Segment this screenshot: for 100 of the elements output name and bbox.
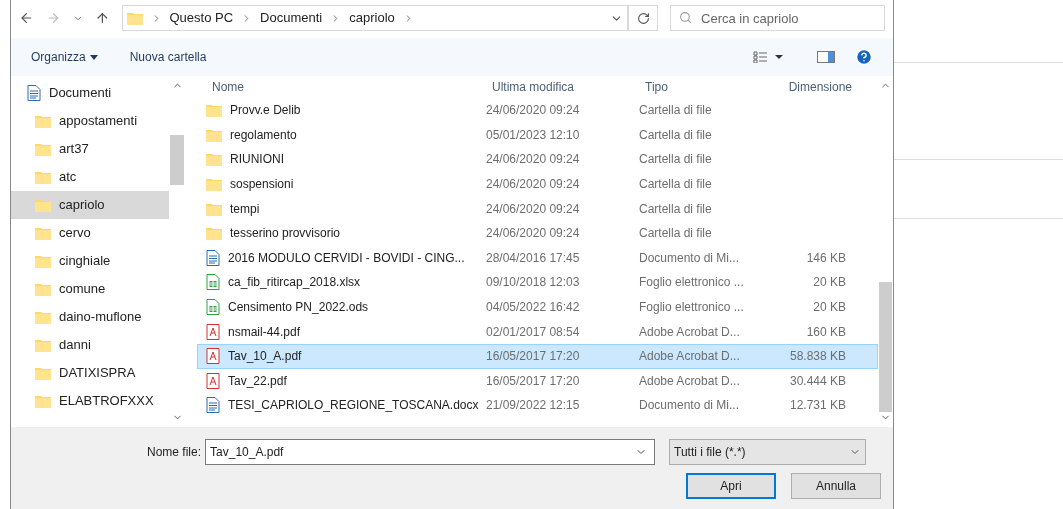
- folder-icon: [206, 152, 222, 167]
- sidebar-item[interactable]: cinghiale: [11, 247, 169, 275]
- file-row[interactable]: regolamento 05/01/2023 12:10 Cartella di file: [197, 122, 878, 148]
- sidebar-item[interactable]: ELABTROFXXX: [11, 387, 169, 415]
- filename-label: Nome file:: [147, 444, 202, 461]
- folder-icon: [35, 394, 51, 408]
- scrollbar-thumb[interactable]: [170, 135, 184, 185]
- file-row[interactable]: nsmail-44.pdf 02/01/2017 08:54 Adobe Acrobat D... 160 KB: [197, 319, 878, 344]
- file-row[interactable]: tempi 24/06/2020 09:24 Cartella di file: [197, 196, 878, 221]
- document-icon: [206, 249, 220, 266]
- spreadsheet-icon: [206, 274, 220, 291]
- file-row[interactable]: tesserino provvisorio 24/06/2020 09:24 Cartella di file: [197, 220, 878, 246]
- folder-icon: [206, 177, 222, 192]
- file-row[interactable]: Censimento PN_2022.ods 04/05/2022 16:42 Foglio elettronico ... 20 KB: [197, 294, 878, 320]
- document-icon: [27, 85, 41, 101]
- file-type: Cartella di file: [639, 151, 713, 169]
- folder-icon: [206, 201, 222, 216]
- filename-field[interactable]: Tav_10_A.pdf: [205, 439, 656, 465]
- file-row[interactable]: Provv.e Delib 24/06/2020 09:24 Cartella di file: [197, 98, 878, 123]
- sidebar-item[interactable]: comune: [11, 275, 169, 303]
- file-name: regolamento: [230, 126, 297, 144]
- sidebar-item[interactable]: daino-muflone: [11, 303, 169, 331]
- file-type-filter[interactable]: Tutti i file (*.*): [669, 439, 867, 465]
- file-type: Adobe Acrobat D...: [639, 323, 741, 341]
- file-type: Cartella di file: [639, 176, 713, 194]
- sidebar-item[interactable]: capriolo: [11, 191, 169, 219]
- refresh-icon: [636, 11, 650, 25]
- pdf-icon: [206, 372, 220, 389]
- file-type: Cartella di file: [639, 102, 713, 120]
- file-row[interactable]: 2016 MODULO CERVIDI - BOVIDI - CING... 28/04/2016 17:45 Documento di Mi... 146 KB: [197, 245, 878, 271]
- sidebar-item[interactable]: appostamenti: [11, 107, 169, 135]
- folder-icon: [206, 103, 222, 118]
- help-icon[interactable]: [855, 48, 873, 66]
- folder-icon: [35, 366, 51, 380]
- file-row[interactable]: RIUNIONI 24/06/2020 09:24 Cartella di file: [197, 147, 878, 172]
- sidebar-item[interactable]: cervo: [11, 219, 169, 247]
- modified-date: 09/10/2018 12:03: [486, 274, 581, 292]
- file-type: Adobe Acrobat D...: [639, 372, 741, 390]
- file-type: Documento di Mi...: [639, 249, 741, 267]
- text-area[interactable]: [894, 62, 1063, 160]
- file-name: ca_fib_ritircap_2018.xlsx: [228, 274, 361, 292]
- scrollbar-thumb[interactable]: [879, 282, 892, 412]
- file-type: Adobe Acrobat D...: [639, 348, 741, 366]
- column-header[interactable]: Tipo: [645, 78, 772, 98]
- file-row[interactable]: Tav_22.pdf 16/05/2017 17:20 Adobe Acrobat D... 30.444 KB: [197, 368, 878, 394]
- modified-date: 24/06/2020 09:24: [486, 176, 581, 194]
- sidebar-item[interactable]: DATIXISPRA: [11, 359, 169, 387]
- folder-icon: [35, 114, 51, 128]
- new-folder-button[interactable]: Nuova cartella: [129, 48, 207, 66]
- sidebar-item[interactable]: Documenti: [11, 79, 169, 107]
- file-type: Cartella di file: [639, 225, 713, 243]
- file-size: 20 KB: [813, 275, 846, 290]
- file-name: TESI_CAPRIOLO_REGIONE_TOSCANA.docx: [228, 397, 479, 415]
- search-field[interactable]: Cerca in capriolo: [670, 5, 885, 31]
- column-header[interactable]: Nome: [212, 78, 492, 98]
- breadcrumb[interactable]: Questo PC: [169, 8, 234, 28]
- spreadsheet-icon: [206, 299, 220, 316]
- file-row[interactable]: Tav_10_A.pdf 16/05/2017 17:20 Adobe Acrobat D... 58.838 KB: [197, 343, 878, 369]
- sidebar-item[interactable]: atc: [11, 163, 169, 191]
- modified-date: 04/05/2022 16:42: [486, 299, 581, 317]
- modified-date: 02/01/2017 08:54: [486, 323, 581, 341]
- modified-date: 05/01/2023 12:10: [486, 126, 581, 144]
- column-header[interactable]: Ultima modifica: [492, 78, 645, 98]
- sidebar-item[interactable]: art37: [11, 135, 169, 163]
- file-size: 12.731 KB: [789, 398, 846, 413]
- file-row[interactable]: ca_fib_ritircap_2018.xlsx 09/10/2018 12:03 Foglio elettronico ... 20 KB: [197, 270, 878, 295]
- file-row[interactable]: TESI_CAPRIOLO_REGIONE_TOSCANA.docx 21/09/2022 12:15 Documento di Mi... 12.731 KB: [197, 393, 878, 418]
- preview-pane-icon[interactable]: [817, 51, 835, 63]
- breadcrumb[interactable]: Documenti: [260, 8, 323, 28]
- open-button[interactable]: Apri: [686, 473, 776, 499]
- modified-date: 16/05/2017 17:20: [486, 372, 581, 390]
- view-options-icon[interactable]: [753, 51, 785, 63]
- caret-down-icon: [89, 54, 98, 60]
- file-type: Foglio elettronico ...: [639, 274, 745, 292]
- back-arrow-icon[interactable]: [19, 10, 34, 26]
- modified-date: 24/06/2020 09:24: [486, 102, 581, 120]
- file-name: Provv.e Delib: [230, 102, 301, 120]
- modified-date: 21/09/2022 12:15: [486, 397, 581, 415]
- address-bar[interactable]: Questo PC Documenti capriolo: [121, 5, 629, 31]
- modified-date: 28/04/2016 17:45: [486, 249, 581, 267]
- folder-icon: [126, 11, 143, 25]
- file-name: Tav_22.pdf: [228, 372, 287, 390]
- sidebar-item[interactable]: danni: [11, 331, 169, 359]
- document-icon: [206, 397, 220, 414]
- search-icon: [679, 11, 692, 24]
- modified-date: 16/05/2017 17:20: [486, 348, 581, 366]
- cancel-button[interactable]: Annulla: [791, 473, 881, 499]
- pdf-icon: [206, 348, 220, 365]
- file-name: RIUNIONI: [230, 151, 284, 169]
- file-name: Censimento PN_2022.ods: [228, 299, 369, 317]
- modified-date: 24/06/2020 09:24: [486, 200, 581, 218]
- file-type: Cartella di file: [639, 200, 713, 218]
- file-size: 58.838 KB: [789, 349, 846, 364]
- file-size: 20 KB: [813, 300, 846, 315]
- refresh-button[interactable]: [628, 5, 658, 31]
- folder-icon: [35, 254, 51, 268]
- column-header[interactable]: Dimensione: [772, 78, 860, 98]
- file-row[interactable]: sospensioni 24/06/2020 09:24 Cartella di file: [197, 171, 878, 197]
- breadcrumb[interactable]: capriolo: [349, 8, 395, 28]
- organize-menu[interactable]: Organizza: [31, 48, 98, 66]
